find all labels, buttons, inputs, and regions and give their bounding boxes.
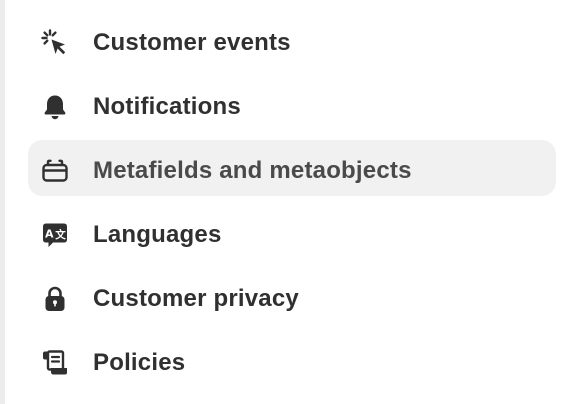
- bell-icon: [40, 92, 70, 122]
- sidebar-item-label: Languages: [93, 221, 222, 248]
- sidebar-item-label: Metafields and metaobjects: [93, 157, 412, 184]
- scroll-icon: [40, 348, 70, 378]
- translate-icon: A 文: [40, 220, 70, 250]
- sidebar-item-notifications[interactable]: Notifications: [28, 76, 556, 132]
- settings-sidebar-nav: Customer events Notifications Metafields…: [28, 12, 556, 396]
- sidebar-item-metafields[interactable]: Metafields and metaobjects: [28, 140, 556, 196]
- sidebar-item-label: Customer privacy: [93, 285, 299, 312]
- sidebar-item-label: Customer events: [93, 29, 291, 56]
- metafield-box-icon: [40, 156, 70, 186]
- sidebar-item-languages[interactable]: A 文 Languages: [28, 204, 556, 260]
- sidebar-item-customer-events[interactable]: Customer events: [28, 12, 556, 68]
- sidebar-divider: [0, 0, 5, 404]
- sidebar-item-customer-privacy[interactable]: Customer privacy: [28, 268, 556, 324]
- lock-icon: [40, 284, 70, 314]
- sidebar-item-label: Policies: [93, 349, 186, 376]
- svg-text:文: 文: [54, 228, 66, 241]
- cursor-sparkle-icon: [40, 28, 70, 58]
- svg-text:A: A: [45, 228, 54, 241]
- sidebar-item-label: Notifications: [93, 93, 241, 120]
- sidebar-item-policies[interactable]: Policies: [28, 332, 556, 388]
